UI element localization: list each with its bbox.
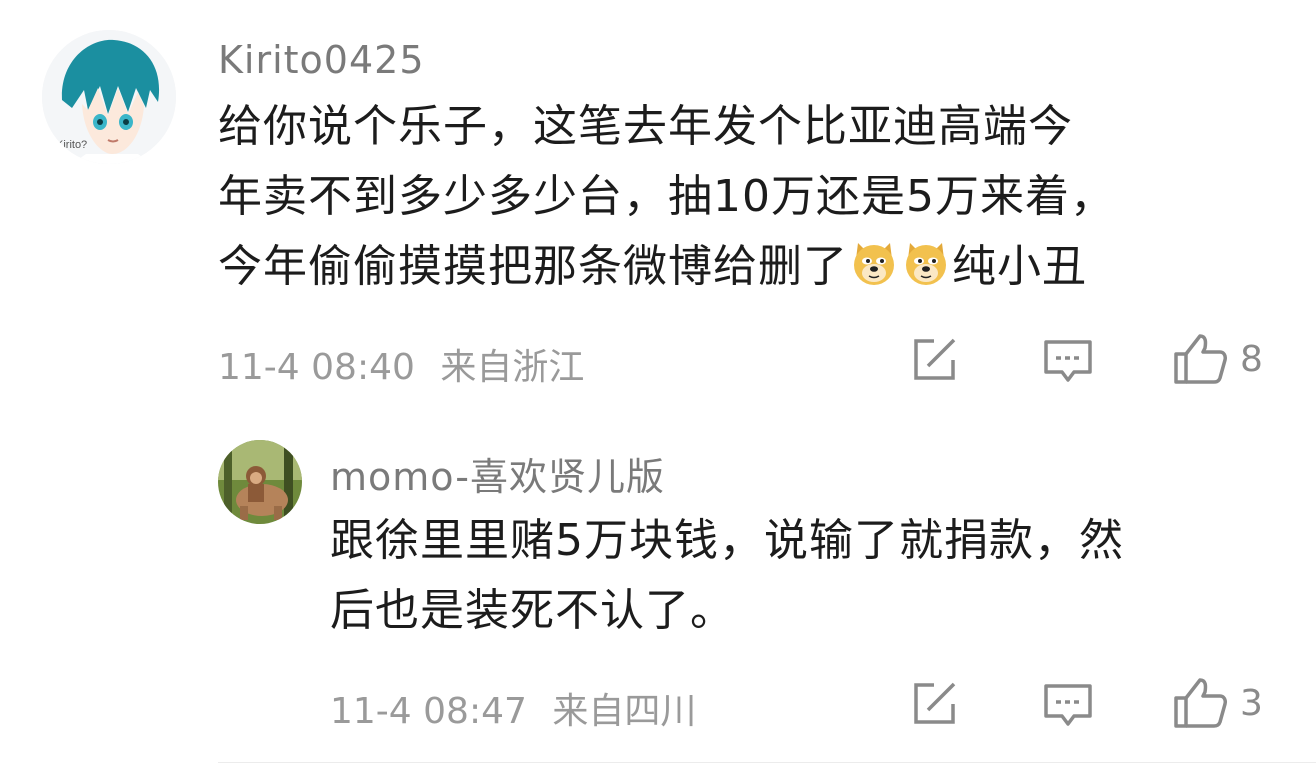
- like-count: 8: [1240, 338, 1263, 380]
- comment-icon: [1044, 340, 1092, 382]
- share-icon: [914, 682, 956, 724]
- timestamp: 11-4 08:47: [330, 691, 527, 732]
- timestamp: 11-4 08:40: [218, 347, 415, 388]
- comment-line: 今年偷偷摸摸把那条微博给删了 纯小丑: [218, 232, 1278, 302]
- username[interactable]: momo-喜欢贤儿版: [330, 446, 665, 501]
- avatar[interactable]: Kirito?: [42, 30, 176, 164]
- comment-item: Kirito? Kirito0425 给你说个乐子，这笔去年发个比亚迪高端今 年…: [0, 0, 1316, 410]
- comment-line-text: 今年偷偷摸摸把那条微博给删了: [218, 241, 848, 292]
- comment-line-tail: 纯小丑: [952, 241, 1087, 292]
- comment-meta: 11-4 08:40 来自浙江: [218, 338, 584, 390]
- comment-text: 给你说个乐子，这笔去年发个比亚迪高端今 年卖不到多少多少台，抽10万还是5万来着…: [218, 92, 1278, 302]
- avatar-text: Kirito?: [56, 139, 87, 151]
- comment-text: 跟徐里里赌5万块钱，说输了就捐款，然 后也是装死不认了。: [330, 506, 1290, 646]
- avatar-image: Kirito?: [42, 30, 176, 164]
- comment-line: 后也是装死不认了。: [330, 585, 735, 636]
- username[interactable]: Kirito0425: [218, 38, 425, 82]
- reply-button[interactable]: [1042, 338, 1094, 386]
- share-button[interactable]: [910, 680, 960, 728]
- comment-icon: [1044, 684, 1092, 726]
- avatar[interactable]: [218, 440, 302, 524]
- thumbs-up-icon: [1174, 678, 1227, 728]
- location: 来自浙江: [440, 347, 585, 388]
- avatar-image: [218, 440, 302, 524]
- thumbs-up-icon: [1174, 334, 1227, 384]
- comment-meta: 11-4 08:47 来自四川: [330, 682, 696, 734]
- divider: [218, 762, 1316, 763]
- comment-line: 年卖不到多少多少台，抽10万还是5万来着，: [218, 171, 1115, 222]
- reply-item: momo-喜欢贤儿版 跟徐里里赌5万块钱，说输了就捐款，然 后也是装死不认了。 …: [0, 420, 1316, 760]
- reply-button[interactable]: [1042, 682, 1094, 730]
- doge-emoji-icon: [902, 238, 950, 286]
- doge-emoji-icon: [850, 238, 898, 286]
- like-button[interactable]: 3: [1172, 676, 1263, 730]
- like-button[interactable]: 8: [1172, 332, 1263, 386]
- share-icon: [914, 338, 956, 380]
- location: 来自四川: [552, 691, 697, 732]
- like-count: 3: [1240, 682, 1263, 724]
- share-button[interactable]: [910, 336, 960, 384]
- comment-line: 给你说个乐子，这笔去年发个比亚迪高端今: [218, 101, 1073, 152]
- comment-line: 跟徐里里赌5万块钱，说输了就捐款，然: [330, 515, 1124, 566]
